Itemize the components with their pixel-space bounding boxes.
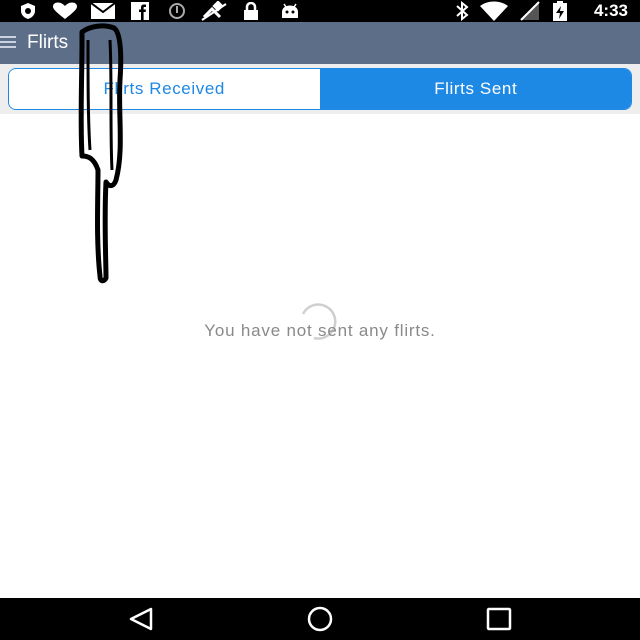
tab-flirts-sent[interactable]: Flirts Sent: [319, 69, 631, 109]
mail-icon: [90, 0, 116, 22]
status-bar: 4:33: [0, 0, 640, 22]
satellite-icon: [199, 0, 229, 22]
battery-charging-icon: [550, 0, 570, 22]
recents-icon[interactable]: [485, 606, 515, 632]
navigation-bar: [0, 598, 640, 640]
facebook-icon: [129, 0, 151, 22]
status-time: 4:33: [593, 1, 628, 20]
empty-state-message: You have not sent any flirts.: [204, 321, 436, 340]
sync-icon: [166, 0, 188, 22]
tab-flirts-received[interactable]: Flirts Received: [9, 69, 320, 109]
back-icon[interactable]: [127, 606, 157, 632]
wifi-icon: [478, 0, 510, 22]
heart-icon: [51, 0, 79, 22]
no-signal-icon: [518, 0, 542, 22]
bluetooth-icon: [453, 0, 471, 22]
home-icon[interactable]: [305, 606, 335, 632]
hamburger-menu-icon[interactable]: [0, 36, 18, 50]
page-title: Flirts: [27, 32, 69, 53]
android-icon: [279, 0, 301, 22]
shield-icon: [18, 0, 38, 22]
hand-drawn-scribble: [78, 23, 124, 284]
lock-icon: [241, 0, 261, 22]
tab-label: Flirts Sent: [434, 79, 518, 98]
